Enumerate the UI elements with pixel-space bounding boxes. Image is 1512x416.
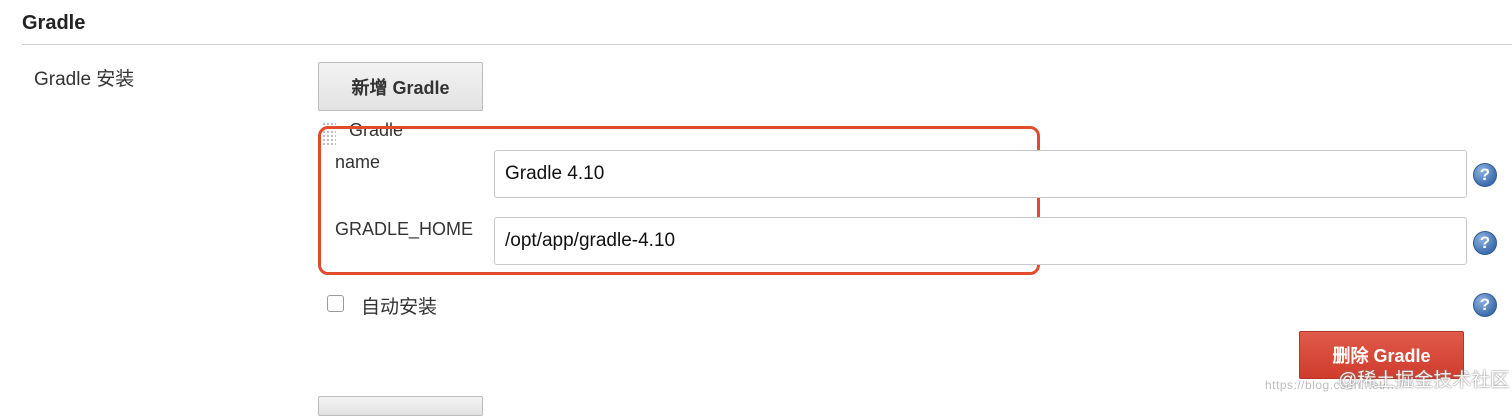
gradle-home-input[interactable] (494, 217, 1467, 265)
help-icon[interactable]: ? (1473, 293, 1497, 317)
auto-install-checkbox[interactable] (327, 295, 344, 312)
add-button-bottom-partial[interactable] (318, 396, 483, 416)
gradle-home-label: GRADLE_HOME (335, 219, 474, 239)
add-gradle-button[interactable]: 新增 Gradle (318, 62, 483, 111)
section-divider (22, 44, 1512, 45)
installations-label: Gradle 安装 (34, 69, 135, 90)
auto-install-label: 自动安装 (361, 297, 438, 318)
help-icon[interactable]: ? (1473, 231, 1497, 255)
help-icon[interactable]: ? (1473, 163, 1497, 187)
name-input[interactable] (494, 150, 1467, 198)
name-label: name (335, 152, 381, 172)
section-title: Gradle (22, 12, 86, 34)
watermark: @稀土掘金技术社区 (1338, 370, 1510, 391)
